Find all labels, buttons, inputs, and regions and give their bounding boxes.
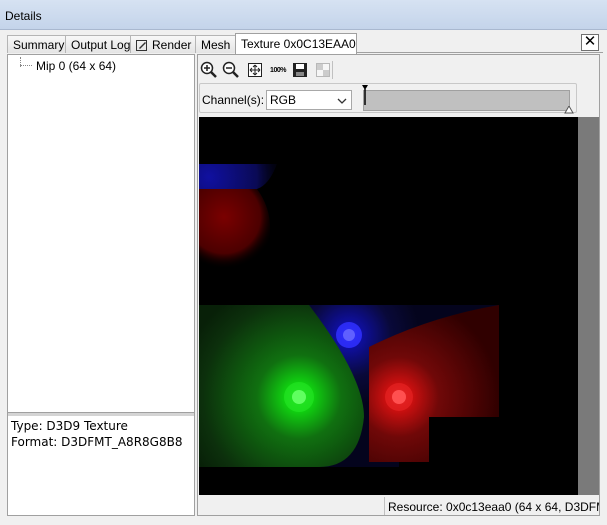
tab-render[interactable]: Render (130, 35, 196, 53)
vertical-scrollbar[interactable] (578, 117, 599, 495)
checkerboard-button[interactable] (313, 60, 333, 80)
texture-type: Type: D3D9 Texture (11, 419, 128, 433)
tab-label: Output Log (71, 38, 131, 52)
actual-size-icon: 100% (270, 66, 286, 74)
channel-select[interactable]: RGB (266, 90, 352, 110)
zoom-in-button[interactable] (199, 60, 219, 80)
channel-select-value: RGB (270, 93, 297, 107)
tab-bar: Summary Output Log Render Mesh Texture 0… (7, 33, 603, 54)
actual-size-button[interactable]: 100% (268, 60, 288, 80)
texture-viewport[interactable] (199, 117, 578, 495)
checkerboard-icon (316, 63, 330, 77)
tab-mesh[interactable]: Mesh (195, 35, 236, 53)
pencil-icon (136, 39, 148, 54)
panel-splitter[interactable] (8, 412, 194, 416)
tree-item-mip-0[interactable]: Mip 0 (64 x 64) (20, 59, 116, 73)
chevron-down-icon (337, 95, 347, 109)
window-titlebar: Details (0, 0, 607, 30)
mip-tree: Mip 0 (64 x 64) (8, 55, 194, 412)
range-min-handle[interactable] (362, 85, 368, 105)
close-icon: ✕ (583, 33, 597, 50)
resource-status: Resource: 0x0c13eaa0 (64 x 64, D3DFMT_ (384, 497, 599, 515)
zoom-out-button[interactable] (221, 60, 241, 80)
texture-info: Type: D3D9 Texture Format: D3DFMT_A8R8G8… (11, 418, 182, 450)
tree-connector (20, 65, 32, 66)
tab-output-log[interactable]: Output Log (65, 35, 131, 53)
zoom-out-icon (222, 61, 239, 78)
channels-label: Channel(s): (202, 93, 265, 107)
channel-controls: Channel(s): RGB (199, 83, 577, 114)
window-title: Details (5, 9, 42, 23)
close-tab-button[interactable]: ✕ (581, 34, 599, 51)
toolbar-separator (332, 61, 333, 79)
save-button[interactable] (290, 60, 310, 80)
fit-to-window-icon (248, 63, 262, 77)
texture-image (199, 117, 578, 495)
zoom-in-icon (200, 61, 217, 78)
tab-summary[interactable]: Summary (7, 35, 66, 53)
texture-format: Format: D3DFMT_A8R8G8B8 (11, 435, 183, 449)
texture-viewer-panel: 100% Channel(s): RGB Resource: 0x0c13eaa… (197, 54, 600, 516)
tab-label: Summary (13, 38, 65, 52)
viewer-toolbar: 100% (198, 57, 599, 81)
range-slider-track[interactable] (363, 90, 570, 111)
range-max-handle[interactable] (564, 103, 574, 114)
tab-label: Render (152, 38, 192, 52)
save-icon (293, 63, 307, 77)
mip-list-panel: Mip 0 (64 x 64) Type: D3D9 Texture Forma… (7, 54, 195, 516)
tree-item-label: Mip 0 (64 x 64) (36, 59, 117, 73)
tab-label: Texture 0x0C13EAA0 (241, 37, 356, 51)
tab-label: Mesh (201, 38, 231, 52)
tab-texture[interactable]: Texture 0x0C13EAA0 (235, 33, 357, 54)
fit-to-window-button[interactable] (245, 60, 265, 80)
